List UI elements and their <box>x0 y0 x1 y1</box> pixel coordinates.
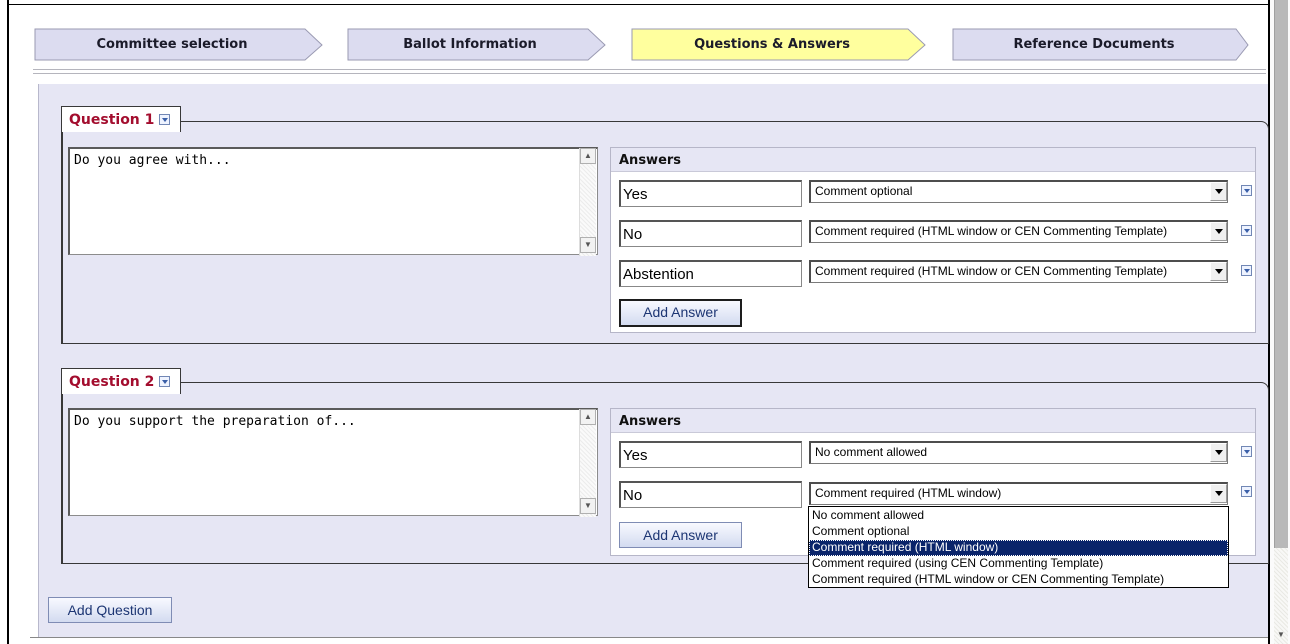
question-1-text-scrollbar[interactable]: ▲ ▼ <box>579 148 596 256</box>
comment-mode-value: Comment required (HTML window or CEN Com… <box>815 224 1168 238</box>
question-title-text: Question 1 <box>69 112 155 128</box>
dropdown-option[interactable]: Comment required (using CEN Commenting T… <box>809 556 1228 572</box>
page-scrollbar[interactable]: ▼ <box>1268 0 1290 644</box>
step-label: Committee selection <box>96 37 248 52</box>
question-1-answers: Answers Yes Comment optional No Comment … <box>610 147 1256 333</box>
wizard-divider <box>33 69 1266 70</box>
collapse-icon[interactable] <box>159 376 171 387</box>
add-answer-button[interactable]: Add Answer <box>619 522 742 548</box>
chevron-down-icon[interactable] <box>1210 222 1227 241</box>
step-label: Questions & Answers <box>694 37 850 52</box>
dropdown-option[interactable]: Comment optional <box>809 524 1228 540</box>
comment-mode-value: No comment allowed <box>815 445 928 459</box>
collapse-icon[interactable] <box>159 114 171 125</box>
comment-mode-dropdown-list[interactable]: No comment allowed Comment optional Comm… <box>808 506 1229 588</box>
answer-value-field[interactable]: No <box>619 220 802 247</box>
comment-mode-select[interactable]: Comment required (HTML window) <box>809 482 1228 505</box>
dropdown-option[interactable]: No comment allowed <box>809 508 1228 524</box>
answer-value-field[interactable]: Yes <box>619 441 802 468</box>
scrollbar-thumb[interactable] <box>1274 0 1288 548</box>
comment-mode-select[interactable]: No comment allowed <box>809 441 1228 464</box>
chevron-down-icon[interactable] <box>1210 262 1227 281</box>
answer-value-field[interactable]: Yes <box>619 180 802 207</box>
add-answer-button[interactable]: Add Answer <box>619 299 742 327</box>
question-title-text: Question 2 <box>69 374 155 390</box>
chevron-down-icon[interactable] <box>1210 484 1227 503</box>
answer-options-icon[interactable] <box>1241 265 1252 276</box>
chevron-down-icon[interactable] <box>1210 443 1227 462</box>
dropdown-option-selected[interactable]: Comment required (HTML window) <box>809 540 1228 556</box>
scroll-up-icon[interactable]: ▲ <box>580 409 596 425</box>
question-2-title: Question 2 <box>61 368 182 394</box>
question-2-text-scrollbar[interactable]: ▲ ▼ <box>579 409 596 517</box>
chevron-down-icon[interactable] <box>1210 182 1227 201</box>
content-bottom-border <box>30 637 1268 638</box>
answer-options-icon[interactable] <box>1241 225 1252 236</box>
window-left-border <box>0 0 9 644</box>
comment-mode-value: Comment required (HTML window) <box>815 486 1002 500</box>
step-label: Reference Documents <box>1013 37 1175 52</box>
scroll-down-icon[interactable]: ▼ <box>580 237 596 253</box>
dropdown-option[interactable]: Comment required (HTML window or CEN Com… <box>809 572 1228 588</box>
answer-options-icon[interactable] <box>1241 486 1252 497</box>
scroll-down-icon[interactable]: ▼ <box>1276 630 1286 640</box>
comment-mode-value: Comment required (HTML window or CEN Com… <box>815 264 1168 278</box>
wizard-divider <box>33 73 1266 74</box>
comment-mode-select[interactable]: Comment optional <box>809 180 1228 203</box>
step-ballot-information[interactable]: Ballot Information <box>347 28 606 61</box>
scroll-down-icon[interactable]: ▼ <box>580 498 596 514</box>
step-reference-documents[interactable]: Reference Documents <box>952 28 1249 61</box>
step-committee-selection[interactable]: Committee selection <box>34 28 323 61</box>
window-top-border <box>9 4 1268 5</box>
comment-mode-select[interactable]: Comment required (HTML window or CEN Com… <box>809 220 1228 243</box>
answer-value-field[interactable]: Abstention <box>619 260 802 287</box>
answer-options-icon[interactable] <box>1241 446 1252 457</box>
scroll-up-icon[interactable]: ▲ <box>580 148 596 164</box>
step-questions-answers[interactable]: Questions & Answers <box>631 28 926 61</box>
step-label: Ballot Information <box>403 37 537 52</box>
add-question-button[interactable]: Add Question <box>48 597 172 623</box>
comment-mode-select[interactable]: Comment required (HTML window or CEN Com… <box>809 260 1228 283</box>
answers-header: Answers <box>611 148 1255 172</box>
comment-mode-value: Comment optional <box>815 184 913 198</box>
question-1-title: Question 1 <box>61 106 182 132</box>
answer-value-field[interactable]: No <box>619 481 802 508</box>
question-1-text-field[interactable]: Do you agree with... <box>68 147 598 255</box>
answers-header: Answers <box>611 409 1255 433</box>
question-2-text-field[interactable]: Do you support the preparation of... <box>68 408 598 516</box>
answer-options-icon[interactable] <box>1241 185 1252 196</box>
